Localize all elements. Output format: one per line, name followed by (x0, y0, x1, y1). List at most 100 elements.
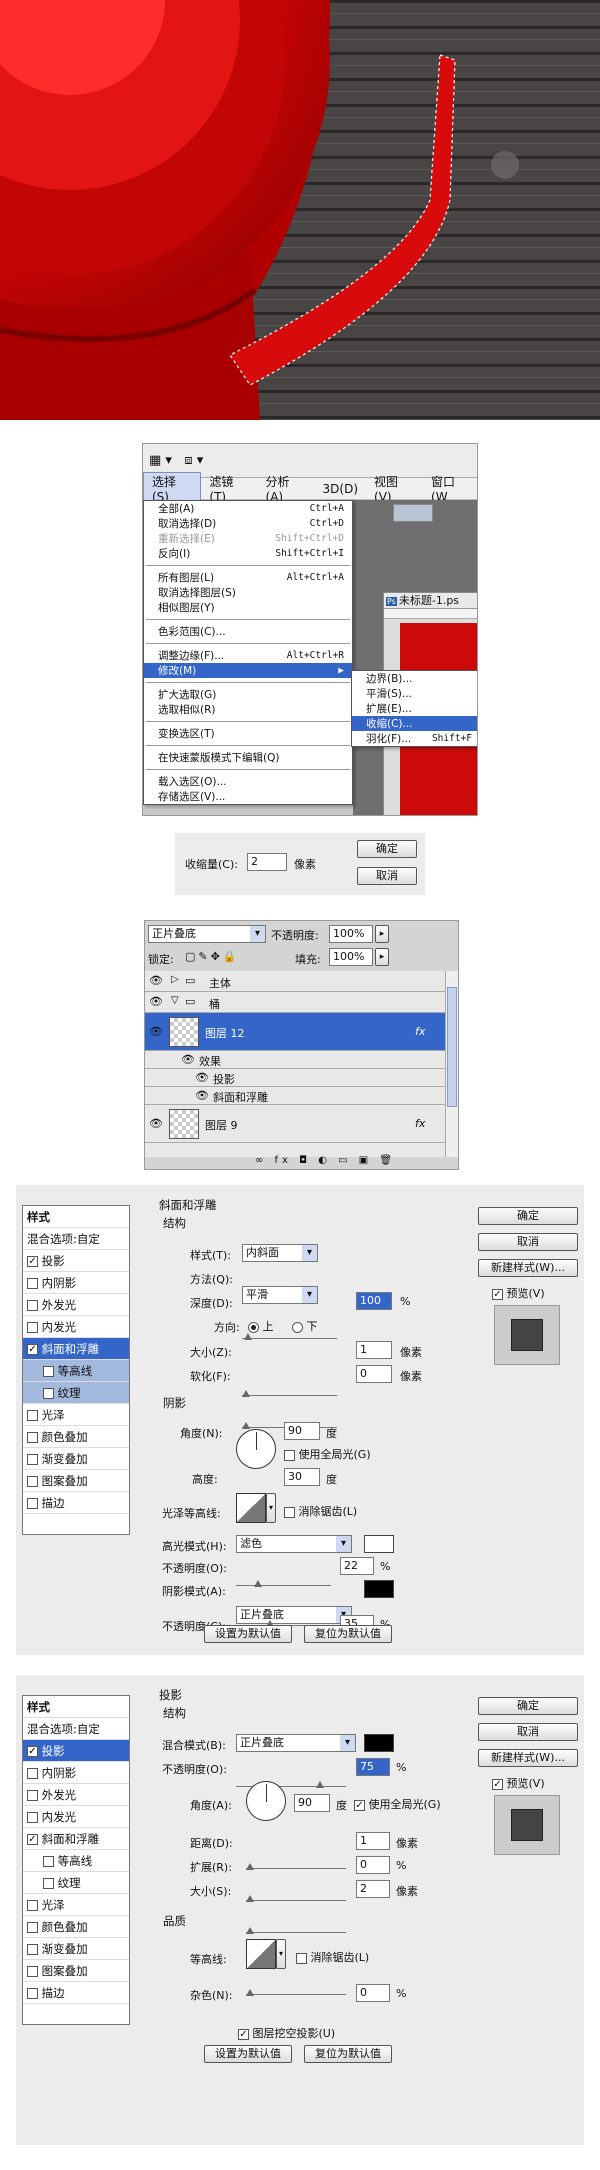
eye-icon[interactable]: 👁 (148, 1025, 164, 1038)
menu-item[interactable]: 全部(A) Ctrl+A (144, 501, 352, 516)
checkbox-icon[interactable]: ✓ (27, 1834, 38, 1845)
submenu-item[interactable]: 收缩(C)... (352, 716, 477, 731)
checkbox-icon[interactable]: ✓ (27, 1746, 38, 1757)
knockout-checkbox[interactable]: ✓ 图层挖空投影(U) (238, 2025, 335, 2041)
spread-slider[interactable] (246, 1893, 346, 1902)
fill-arrow-icon[interactable]: ▸ (375, 948, 389, 966)
soften-input[interactable]: 0 (356, 1365, 392, 1383)
eye-icon[interactable]: 👁 (148, 995, 164, 1008)
blend-mode-select[interactable]: 正片叠底 (148, 925, 266, 943)
slider-knob[interactable] (246, 1989, 254, 1996)
checkbox-icon[interactable] (43, 1856, 54, 1867)
antialias-checkbox[interactable]: 消除锯齿(L) (284, 1503, 357, 1519)
checkbox-icon[interactable] (27, 1944, 38, 1955)
ok-button[interactable]: 确定 (478, 1207, 578, 1225)
checkbox-icon[interactable] (27, 1278, 38, 1289)
checkbox-icon[interactable] (27, 1790, 38, 1801)
radio-icon[interactable] (292, 1321, 303, 1333)
style-drop-shadow[interactable]: ✓ 投影 (23, 1250, 129, 1272)
style-outer-glow[interactable]: 外发光 (23, 1784, 129, 1806)
slider-knob[interactable] (316, 1781, 324, 1788)
style-inner-shadow[interactable]: 内阴影 (23, 1762, 129, 1784)
slider-knob[interactable] (254, 1580, 262, 1587)
reset-default-button[interactable]: 复位为默认值 (304, 1625, 392, 1643)
style-bevel-emboss[interactable]: ✓ 斜面和浮雕 (23, 1828, 129, 1850)
checkbox-icon[interactable] (27, 1322, 38, 1333)
checkbox-icon[interactable] (296, 1952, 307, 1964)
blend-mode-select[interactable]: 正片叠底 (236, 1734, 356, 1752)
fill-input[interactable]: 100% (329, 948, 373, 966)
effect-bevel[interactable]: 👁 斜面和浮雕 (145, 1087, 445, 1105)
size-input[interactable]: 1 (356, 1341, 392, 1359)
submenu-item[interactable]: 边界(B)... (352, 671, 477, 686)
noise-input[interactable]: 0 (356, 1984, 390, 2002)
dropdown-arrow-icon[interactable]: ▾ (266, 1493, 276, 1523)
direction-up[interactable]: 上 (248, 1318, 274, 1334)
angle-input[interactable]: 90 (284, 1422, 320, 1440)
menu-3d[interactable]: 3D(D) (315, 482, 366, 496)
menu-item[interactable]: 扩大选取(G) (144, 687, 352, 702)
depth-input[interactable]: 100 (356, 1292, 392, 1310)
opacity-arrow-icon[interactable]: ▸ (375, 925, 389, 943)
style-satin[interactable]: 光泽 (23, 1894, 129, 1916)
angle-dial[interactable] (246, 1781, 286, 1821)
style-inner-shadow[interactable]: 内阴影 (23, 1272, 129, 1294)
fx-icon[interactable]: fx (415, 1117, 425, 1130)
checkbox-icon[interactable] (27, 1768, 38, 1779)
distance-input[interactable]: 1 (356, 1832, 390, 1850)
submenu-item[interactable]: 羽化(F)... Shift+F (352, 731, 477, 746)
style-bevel-emboss[interactable]: ✓ 斜面和浮雕 (23, 1338, 129, 1360)
style-satin[interactable]: 光泽 (23, 1404, 129, 1426)
opacity-input[interactable]: 100% (329, 925, 373, 943)
new-style-button[interactable]: 新建样式(W)... (478, 1749, 578, 1767)
contract-amount-input[interactable]: 2 (247, 853, 287, 871)
menu-item[interactable]: 色彩范围(C)... (144, 624, 352, 639)
collapse-arrow-icon[interactable]: ▽ (171, 995, 179, 1006)
checkbox-icon[interactable] (27, 1432, 38, 1443)
highlight-mode-select[interactable]: 滤色 (236, 1535, 352, 1553)
menu-item[interactable]: 反向(I) Shift+Ctrl+I (144, 546, 352, 561)
layer-9[interactable]: 👁 图层 9 fx (145, 1105, 445, 1143)
layers-scrollbar[interactable] (445, 971, 458, 1157)
checkbox-icon[interactable]: ✓ (27, 1344, 38, 1355)
checkbox-icon[interactable]: ✓ (492, 1288, 503, 1300)
layer-footer-icons[interactable]: ∞ fx ◘ ◐ ▭ ▣ 🗑 (255, 1155, 396, 1166)
slider-knob[interactable] (242, 1390, 250, 1397)
menu-item[interactable]: 调整边缘(F)... Alt+Ctrl+R (144, 648, 352, 663)
shadow-color-swatch[interactable] (364, 1580, 394, 1598)
style-outer-glow[interactable]: 外发光 (23, 1294, 129, 1316)
eye-icon[interactable]: 👁 (195, 1089, 209, 1102)
make-default-button[interactable]: 设置为默认值 (204, 1625, 292, 1643)
style-texture[interactable]: 纹理 (23, 1872, 129, 1894)
ok-button[interactable]: 确定 (478, 1697, 578, 1715)
technique-select[interactable]: 平滑 (242, 1286, 318, 1304)
shadow-color-swatch[interactable] (364, 1734, 394, 1752)
checkbox-icon[interactable] (284, 1506, 295, 1518)
direction-down[interactable]: 下 (292, 1318, 318, 1334)
marquee-tool-icon[interactable]: ▦ ▾ ⧈ ▾ (149, 453, 203, 468)
dropdown-arrow-icon[interactable]: ▾ (276, 1939, 286, 1969)
checkbox-icon[interactable]: ✓ (492, 1778, 503, 1790)
menu-item[interactable]: 修改(M) ▶ (144, 663, 352, 678)
menu-item[interactable]: 所有图层(L) Alt+Ctrl+A (144, 570, 352, 585)
menu-item[interactable]: 在快速蒙版模式下编辑(Q) (144, 750, 352, 765)
menu-item[interactable]: 取消选择(D) Ctrl+D (144, 516, 352, 531)
checkbox-icon[interactable]: ✓ (238, 2028, 249, 2040)
style-drop-shadow[interactable]: ✓ 投影 (23, 1740, 129, 1762)
eye-icon[interactable]: 👁 (148, 974, 164, 987)
radio-icon[interactable] (248, 1321, 259, 1333)
reset-default-button[interactable]: 复位为默认值 (304, 2045, 392, 2063)
submenu-item[interactable]: 扩展(E)... (352, 701, 477, 716)
style-gradient-overlay[interactable]: 渐变叠加 (23, 1448, 129, 1470)
bevel-style-select[interactable]: 内斜面 (242, 1244, 318, 1262)
checkbox-icon[interactable] (43, 1366, 54, 1377)
ok-button[interactable]: 确定 (357, 840, 417, 858)
checkbox-icon[interactable] (27, 1922, 38, 1933)
layer-group-main[interactable]: 👁 ▷ ▭ 主体 (145, 971, 445, 992)
global-light-checkbox[interactable]: ✓ 使用全局光(G) (354, 1796, 441, 1812)
altitude-input[interactable]: 30 (284, 1468, 320, 1486)
distance-slider[interactable] (246, 1861, 346, 1870)
highlight-color-swatch[interactable] (364, 1535, 394, 1553)
cancel-button[interactable]: 取消 (357, 867, 417, 885)
slider-knob[interactable] (246, 1863, 254, 1870)
